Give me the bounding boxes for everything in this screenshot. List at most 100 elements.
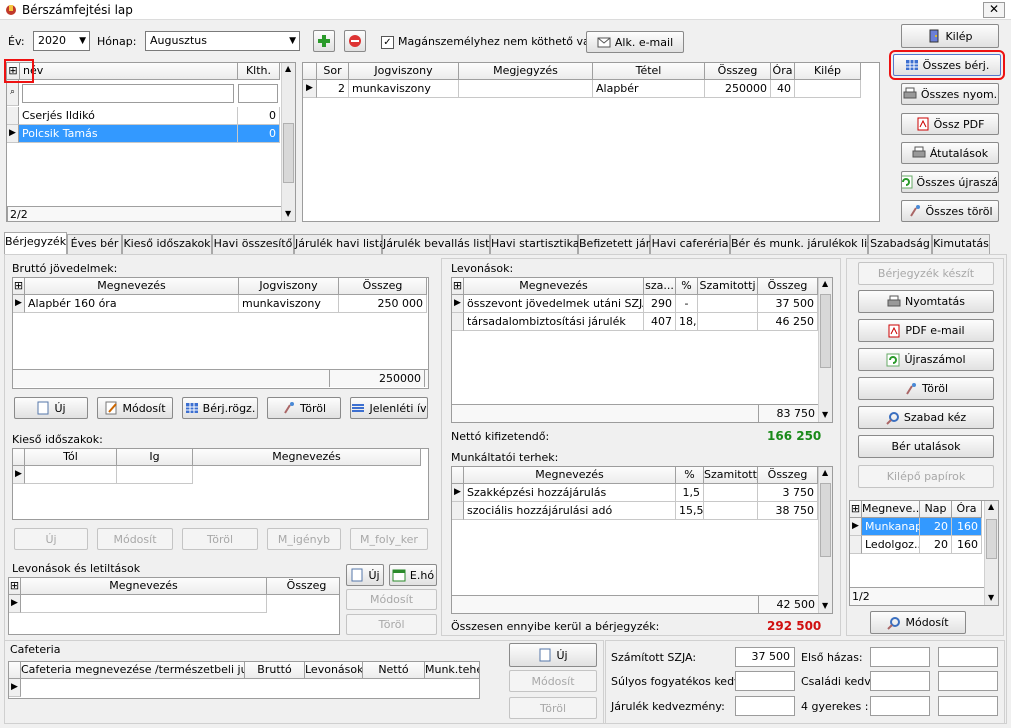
col-sor[interactable]: Sor: [317, 63, 349, 80]
alk-email-button[interactable]: Alk. e-mail: [586, 31, 684, 53]
grid-settings-icon[interactable]: ⊞: [452, 278, 464, 295]
klth-search-input[interactable]: [238, 84, 278, 103]
ossz-pdf-button[interactable]: Össz PDF: [901, 113, 999, 135]
col-brutto[interactable]: Bruttó: [245, 662, 305, 679]
kieso-uj-button[interactable]: Új: [14, 528, 88, 550]
teher-osszeg[interactable]: 3 750: [758, 484, 818, 502]
levonas-szamitottj[interactable]: [698, 313, 758, 331]
munkanap-name[interactable]: Ledolgoz...: [862, 536, 920, 554]
kieso-modosit-button[interactable]: Módosít: [97, 528, 173, 550]
m-igenyb-button[interactable]: M_igényb: [267, 528, 341, 550]
employee-name[interactable]: Cserjés Ildikó: [19, 107, 238, 125]
elso-hazas-field[interactable]: [870, 647, 930, 667]
brutto-uj-button[interactable]: Új: [14, 397, 88, 419]
levonasok-scrollbar[interactable]: ▲ ▼: [818, 278, 832, 422]
pdf-email-button[interactable]: PDF e-mail: [858, 319, 994, 342]
levonas-szazalek[interactable]: -: [676, 295, 698, 313]
col-ora[interactable]: Óra: [771, 63, 795, 80]
levonas-osszeg[interactable]: 46 250: [758, 313, 818, 331]
cell-megjegyzes[interactable]: [459, 80, 593, 98]
levonas-megnevezes[interactable]: társadalombiztosítási járulék: [464, 313, 644, 331]
cell-kilep[interactable]: [795, 80, 861, 98]
col-szam[interactable]: sza...: [644, 278, 676, 295]
col-munk-teher[interactable]: Munk.teher: [425, 662, 479, 679]
col-tetel[interactable]: Tétel: [593, 63, 705, 80]
col-kilep[interactable]: Kilép: [795, 63, 861, 80]
letiltas-modosit-button[interactable]: Módosít: [346, 589, 437, 610]
cell-tetel[interactable]: Alapbér: [593, 80, 705, 98]
osszes-nyom-button[interactable]: Összes nyom.: [901, 83, 999, 105]
month-select[interactable]: Augusztus ▼: [145, 31, 300, 51]
col-tol[interactable]: Tól: [25, 449, 117, 466]
letiltas-torol-button[interactable]: Töröl: [346, 614, 437, 635]
col-szamitottj[interactable]: Szamitottj: [698, 278, 758, 295]
teher-szamitottj[interactable]: [704, 484, 758, 502]
sulyos-field[interactable]: [735, 671, 795, 691]
atutalasok-button[interactable]: Átutalások: [901, 142, 999, 164]
grid-settings-icon[interactable]: ⊞: [850, 501, 862, 518]
tab-befizetett-jar[interactable]: Befizetett jár.: [578, 234, 653, 254]
name-search-input[interactable]: [22, 84, 234, 103]
tab-eves-ber[interactable]: Éves bér: [67, 234, 122, 254]
munkanap-modosit-button[interactable]: Módosít: [870, 611, 966, 634]
berjegyzek-keszit-button[interactable]: Bérjegyzék készít: [858, 262, 994, 285]
tab-ber-munk-jarulekok[interactable]: Bér és munk. járulékok lista: [730, 234, 884, 254]
teher-osszeg[interactable]: 38 750: [758, 502, 818, 520]
col-osszeg[interactable]: Összeg: [339, 278, 427, 295]
munkanap-name-selected[interactable]: Munkanap: [862, 518, 920, 536]
col-cafeteria-megnevezes[interactable]: Cafeteria megnevezése /természetbeli jut…: [21, 662, 245, 679]
col-klth[interactable]: Klth.: [238, 63, 280, 80]
cell-jogviszony[interactable]: munkaviszony: [349, 80, 459, 98]
col-jogviszony[interactable]: Jogviszony: [239, 278, 339, 295]
col-osszeg[interactable]: Összeg: [267, 578, 339, 595]
col-ig[interactable]: Ig: [117, 449, 193, 466]
employee-klth[interactable]: 0: [238, 107, 280, 125]
tab-jarulek-havi-lista[interactable]: Járulék havi lista: [294, 234, 386, 254]
col-megnevezes[interactable]: Megnevezés: [25, 278, 239, 295]
jelenleti-iv-button[interactable]: Jelenléti ív: [350, 397, 428, 419]
col-megnevezes[interactable]: Megnevezés: [21, 578, 267, 595]
letiltas-uj-button[interactable]: Új: [346, 564, 384, 586]
col-nap[interactable]: Nap: [920, 501, 952, 518]
munkanap-nap[interactable]: 20: [920, 518, 952, 536]
col-ora[interactable]: Óra: [952, 501, 982, 518]
osszes-torol-button[interactable]: Összes töröl: [901, 200, 999, 222]
brutto-modosit-button[interactable]: Módosít: [97, 397, 173, 419]
col-szamitottj[interactable]: Szamitottj: [704, 467, 758, 484]
ber-utalasok-button[interactable]: Bér utalások: [858, 435, 994, 458]
col-megnevezes[interactable]: Megneve...: [862, 501, 920, 518]
elso-hazas-field-2[interactable]: [938, 647, 998, 667]
csaladi-field-2[interactable]: [938, 671, 998, 691]
col-megnevezes[interactable]: Megnevezés: [464, 278, 644, 295]
employee-klth-selected[interactable]: 0: [238, 125, 280, 143]
brutto-megnevezes[interactable]: Alapbér 160 óra: [25, 295, 239, 313]
col-nev[interactable]: név: [20, 63, 238, 80]
tab-havi-caferia[interactable]: Havi caferéria: [650, 234, 730, 254]
col-osszeg[interactable]: Összeg: [705, 63, 771, 80]
levonas-szam[interactable]: 290: [644, 295, 676, 313]
szja-field[interactable]: 37 500: [735, 647, 795, 667]
gyerekes-field[interactable]: [870, 696, 930, 716]
tab-havi-startisztika[interactable]: Havi startisztika: [490, 234, 580, 254]
munkanap-nap[interactable]: 20: [920, 536, 952, 554]
ujraszamol-button[interactable]: Újraszámol: [858, 348, 994, 371]
brutto-torol-button[interactable]: Töröl: [267, 397, 341, 419]
year-select[interactable]: 2020 ▼: [33, 31, 90, 51]
cell-ora[interactable]: 40: [771, 80, 795, 98]
col-megnevezes[interactable]: Megnevezés: [193, 449, 421, 466]
remove-employee-button[interactable]: [344, 30, 366, 52]
brutto-jogviszony[interactable]: munkaviszony: [239, 295, 339, 313]
levonas-szazalek[interactable]: 18,5: [676, 313, 698, 331]
side-torol-button[interactable]: Töröl: [858, 377, 994, 400]
osszes-berj-button[interactable]: Összes bérj.: [889, 50, 1005, 80]
col-szazalek[interactable]: %: [676, 278, 698, 295]
levonas-szam[interactable]: 407: [644, 313, 676, 331]
col-osszeg[interactable]: Összeg: [758, 278, 818, 295]
kieso-tol-cell[interactable]: [25, 466, 117, 484]
szabad-kez-button[interactable]: Szabad kéz: [858, 406, 994, 429]
col-szazalek[interactable]: %: [676, 467, 704, 484]
employee-scrollbar[interactable]: ▲ ▼: [281, 63, 295, 221]
teher-szazalek[interactable]: 1,5: [676, 484, 704, 502]
tab-szabadsag[interactable]: Szabadság: [868, 234, 932, 254]
tab-havi-osszesito[interactable]: Havi összesítő: [212, 234, 294, 254]
